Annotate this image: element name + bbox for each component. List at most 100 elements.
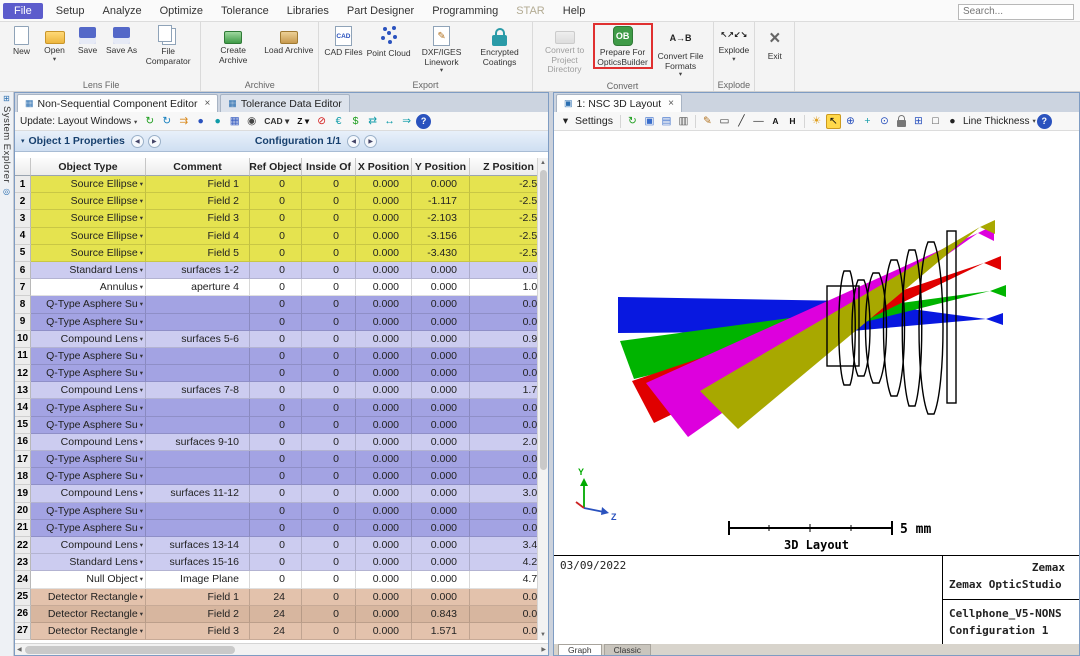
select-icon[interactable]: ↖ [826,114,841,129]
comment-cell[interactable]: Field 3 [146,623,250,640]
ref-object-cell[interactable]: 0 [250,314,302,331]
inside-of-cell[interactable]: 0 [302,176,356,193]
inside-of-cell[interactable]: 0 [302,571,356,588]
inside-of-cell[interactable]: 0 [302,399,356,416]
object-type-cell[interactable]: Detector Rectangle▾ [31,606,146,623]
inside-of-cell[interactable]: 0 [302,554,356,571]
z-position-cell[interactable]: 0.00 [470,451,537,468]
inside-of-cell[interactable]: 0 [302,468,356,485]
inside-of-cell[interactable]: 0 [302,623,356,640]
ref-object-cell[interactable]: 0 [250,262,302,279]
z-position-cell[interactable]: -2.52 [470,245,537,262]
y-position-cell[interactable]: 0.000 [412,571,470,588]
x-position-cell[interactable]: 0.000 [356,399,412,416]
object-type-cell[interactable]: Compound Lens▾ [31,485,146,502]
menu-part-designer[interactable]: Part Designer [338,5,423,17]
object-type-cell[interactable]: Compound Lens▾ [31,434,146,451]
comment-cell[interactable] [146,314,250,331]
inside-of-cell[interactable]: 0 [302,296,356,313]
menu-tolerance[interactable]: Tolerance [212,5,278,17]
z-position-cell[interactable]: 3.01 [470,485,537,502]
z-position-cell[interactable]: 1.00 [470,279,537,296]
dxf-iges-linework-button[interactable]: ✎DXF/IGES Linework▾ [413,24,471,76]
row-number[interactable]: 16 [15,434,31,451]
z-position-cell[interactable]: 1.70 [470,382,537,399]
cad-files-button[interactable]: CADCAD Files [322,24,364,59]
y-position-cell[interactable]: 0.000 [412,554,470,571]
comment-cell[interactable]: surfaces 5-6 [146,331,250,348]
object-type-cell[interactable]: Q-Type Asphere Su▾ [31,503,146,520]
object-type-cell[interactable]: Compound Lens▾ [31,537,146,554]
print-icon[interactable]: ▥ [676,114,691,129]
menu-libraries[interactable]: Libraries [278,5,338,17]
close-tab-icon[interactable]: × [204,99,210,109]
next-object-button[interactable]: ▶ [148,135,161,148]
object-type-cell[interactable]: Q-Type Asphere Su▾ [31,348,146,365]
row-number[interactable]: 27 [15,623,31,640]
ref-object-cell[interactable]: 0 [250,382,302,399]
x-position-cell[interactable]: 0.000 [356,451,412,468]
row-number[interactable]: 19 [15,485,31,502]
close-tab-icon[interactable]: × [668,99,674,109]
row-number[interactable]: 6 [15,262,31,279]
col-comment[interactable]: Comment [146,158,250,176]
ref-object-cell[interactable]: 0 [250,210,302,227]
object-type-cell[interactable]: Source Ellipse▾ [31,176,146,193]
row-number[interactable]: 15 [15,417,31,434]
z-position-cell[interactable]: 0.95 [470,331,537,348]
comment-cell[interactable]: Image Plane [146,571,250,588]
object-type-cell[interactable]: Source Ellipse▾ [31,210,146,227]
tab-classic[interactable]: Classic [604,644,651,655]
inside-of-cell[interactable]: 0 [302,537,356,554]
tab-graph[interactable]: Graph [558,644,602,655]
new-button[interactable]: New [5,24,38,58]
object-type-cell[interactable]: Q-Type Asphere Su▾ [31,520,146,537]
settings-dropdown[interactable]: Settings [575,115,613,127]
inside-of-cell[interactable]: 0 [302,503,356,520]
line-thickness-dropdown[interactable]: Line Thickness ▾ [963,116,1036,127]
object-type-cell[interactable]: Q-Type Asphere Su▾ [31,365,146,382]
col-object-type[interactable]: Object Type [31,158,146,176]
inside-of-cell[interactable]: 0 [302,434,356,451]
comment-cell[interactable] [146,399,250,416]
prev-object-button[interactable]: ◀ [131,135,144,148]
comment-cell[interactable]: surfaces 7-8 [146,382,250,399]
inside-of-cell[interactable]: 0 [302,382,356,399]
z-position-cell[interactable]: 0.00 [470,314,537,331]
next-config-button[interactable]: ▶ [364,135,377,148]
ref-object-cell[interactable]: 0 [250,279,302,296]
object-type-cell[interactable]: Compound Lens▾ [31,382,146,399]
refresh-all-icon[interactable]: ↻ [159,114,174,129]
y-position-cell[interactable]: 0.000 [412,262,470,279]
properties-label[interactable]: Object 1 Properties [29,135,125,147]
row-number[interactable]: 2 [15,193,31,210]
ref-object-cell[interactable]: 0 [250,296,302,313]
pencil-icon[interactable]: ✎ [700,114,715,129]
y-position-cell[interactable]: 0.000 [412,399,470,416]
x-position-cell[interactable]: 0.000 [356,434,412,451]
convert-file-formats-button[interactable]: A→BConvert File Formats▾ [652,24,710,80]
row-number[interactable]: 10 [15,331,31,348]
explode-button[interactable]: ↖↗↙↘Explode▾ [717,24,752,64]
object-type-cell[interactable]: Standard Lens▾ [31,554,146,571]
col-z-position[interactable]: Z Position [470,158,537,176]
menu-setup[interactable]: Setup [47,5,94,17]
scroll-right-icon[interactable]: ▶ [541,646,546,653]
ref-object-cell[interactable]: 24 [250,589,302,606]
ref-object-cell[interactable]: 0 [250,503,302,520]
row-number[interactable]: 14 [15,399,31,416]
ref-object-cell[interactable]: 0 [250,365,302,382]
z-position-cell[interactable]: 0.00 [470,365,537,382]
z-position-cell[interactable]: 0.00 [470,262,537,279]
object-type-cell[interactable]: Q-Type Asphere Su▾ [31,296,146,313]
inside-of-cell[interactable]: 0 [302,245,356,262]
object-viewer-icon[interactable]: ● [210,114,225,129]
y-position-cell[interactable]: 0.000 [412,382,470,399]
save-button[interactable]: Save [71,24,104,57]
z-position-cell[interactable]: 3.47 [470,537,537,554]
properties-chevron-icon[interactable]: ▾ [21,137,25,145]
y-position-cell[interactable]: -3.430 [412,245,470,262]
coin-icon[interactable]: $ [348,114,363,129]
row-number[interactable]: 21 [15,520,31,537]
ref-object-cell[interactable]: 0 [250,554,302,571]
